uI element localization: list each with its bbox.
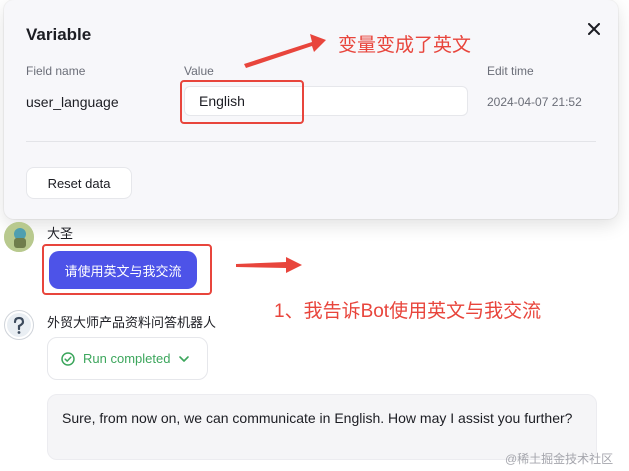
annotation-arrow-middle — [236, 257, 302, 273]
bot-avatar — [4, 310, 34, 340]
watermark: @稀土掘金技术社区 — [505, 452, 614, 466]
column-header-edit-time: Edit time — [487, 64, 534, 78]
close-icon — [588, 23, 600, 35]
divider — [26, 141, 596, 142]
column-header-field-name: Field name — [26, 64, 86, 78]
reset-data-button[interactable]: Reset data — [26, 167, 132, 199]
annotation-bottom-note: 1、我告诉Bot使用英文与我交流 — [274, 301, 542, 322]
chevron-down-icon — [179, 355, 190, 362]
annotation-box-value — [180, 80, 304, 124]
check-circle-icon — [61, 351, 75, 366]
column-header-value: Value — [184, 64, 214, 78]
annotation-arrow-top — [244, 34, 326, 68]
close-button[interactable] — [582, 17, 606, 41]
variable-edit-time: 2024-04-07 21:52 — [487, 95, 582, 109]
user-avatar — [4, 222, 34, 252]
annotation-box-user-message — [42, 244, 212, 295]
user-name: 大圣 — [47, 226, 74, 241]
annotation-top-note: 变量变成了英文 — [338, 35, 472, 56]
variable-field-name: user_language — [26, 94, 119, 110]
popover-title: Variable — [26, 25, 92, 44]
run-status-toggle[interactable]: Run completed — [47, 337, 208, 380]
bot-name: 外贸大师产品资料问答机器人 — [47, 315, 217, 330]
run-status-label: Run completed — [83, 351, 171, 366]
